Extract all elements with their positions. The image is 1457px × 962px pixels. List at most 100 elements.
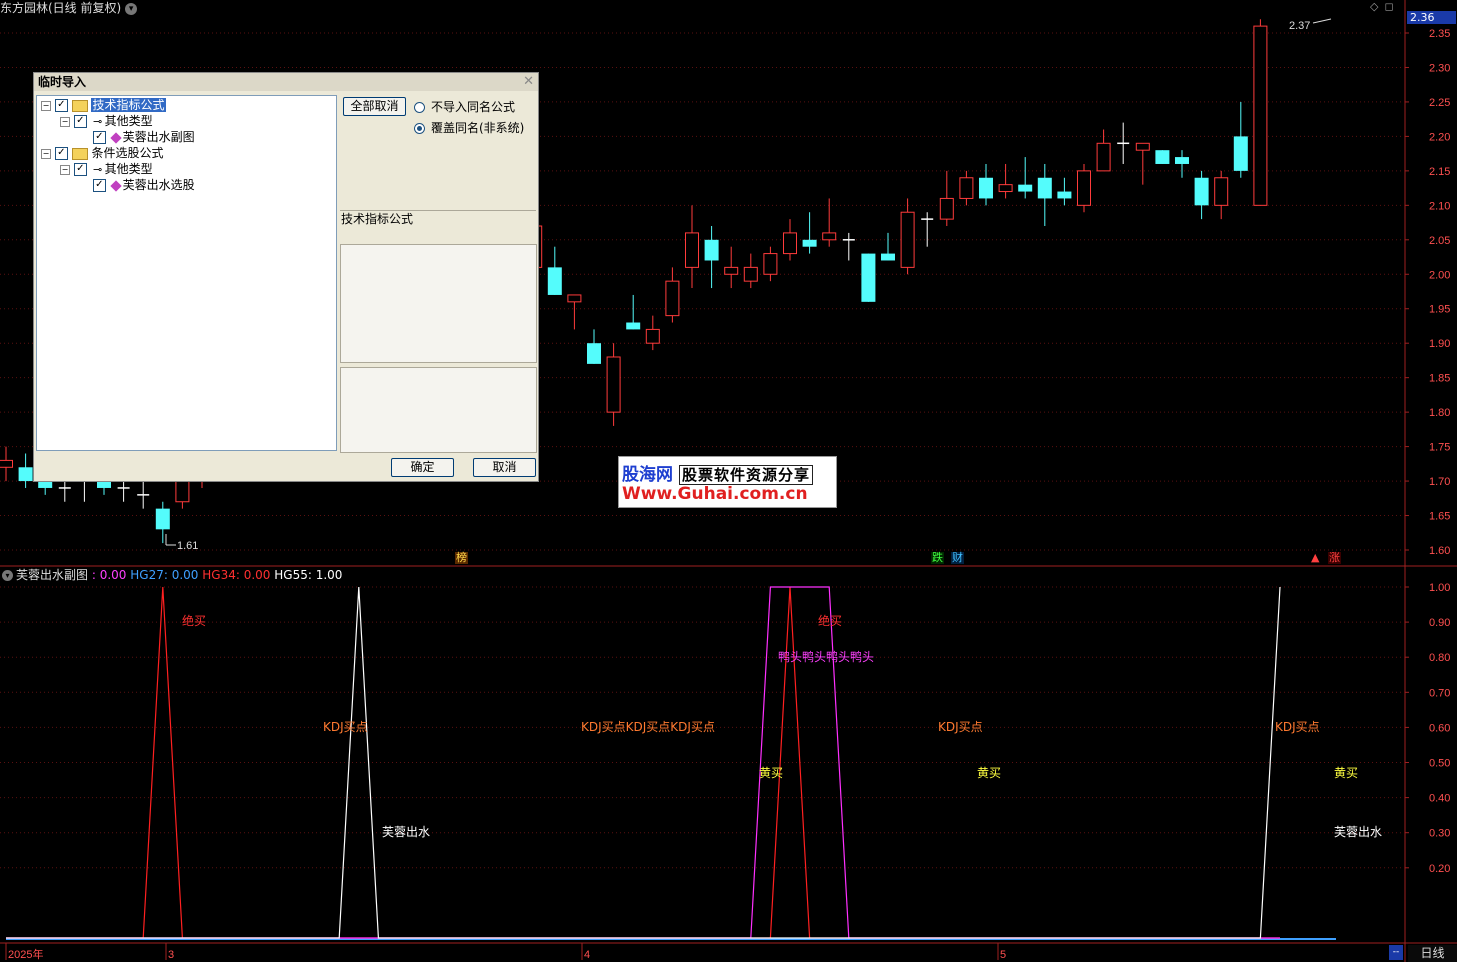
candle-body — [998, 184, 1013, 193]
candle-body — [38, 481, 53, 488]
candle-body — [0, 459, 13, 468]
dialog-title: 临时导入 — [34, 73, 538, 91]
candle-body — [1037, 177, 1052, 199]
candle-body — [547, 267, 562, 295]
time-tick-label: 4 — [584, 949, 590, 961]
tree-item[interactable]: − ✓ ⊸ 其他类型 — [60, 114, 153, 129]
candle-body — [155, 508, 170, 530]
event-tag[interactable]: 财 — [951, 552, 964, 564]
price-tick-label: 1.80 — [1429, 407, 1450, 419]
candle-body — [567, 294, 582, 303]
low-price-label: 1.61 — [177, 540, 198, 552]
indicator-tick-label: 0.60 — [1429, 722, 1450, 734]
formula-icon — [109, 131, 122, 144]
watermark-brand: 股海网 — [622, 465, 673, 485]
tree-item[interactable]: − ✓ 技术指标公式 — [41, 98, 166, 113]
candle-body — [900, 211, 915, 268]
indicator-value-hg34: HG34: 0.00 — [202, 568, 271, 582]
indicator-annotation: 芙蓉出水 — [382, 825, 430, 839]
indicator-name[interactable]: 芙蓉出水副图 — [16, 568, 88, 582]
tree-item[interactable]: − ✓ ⊸ 其他类型 — [60, 162, 153, 177]
price-tick-label: 1.95 — [1429, 304, 1450, 316]
up-arrow-icon: ▲ — [1311, 551, 1320, 564]
indicator-axis: 1.00 0.90 0.80 0.70 0.60 0.50 0.40 0.30 0.20 — [1405, 582, 1450, 875]
watermark-slogan: 股票软件资源分享 — [679, 465, 814, 485]
price-tick-label: 2.30 — [1429, 62, 1450, 74]
tree-item[interactable]: ✓ 芙蓉出水副图 — [79, 130, 195, 145]
close-icon[interactable]: ✕ — [523, 74, 534, 89]
price-tick-label: 2.15 — [1429, 166, 1450, 178]
event-tag[interactable]: 跌 — [931, 552, 944, 564]
indicator-tick-label: 0.70 — [1429, 687, 1450, 699]
candle-body — [645, 328, 660, 344]
chevron-down-icon[interactable]: ▾ — [125, 2, 138, 15]
checkbox-checked-icon[interactable]: ✓ — [73, 163, 87, 176]
tree-item[interactable]: − ✓ 条件选股公式 — [41, 146, 164, 161]
price-tick-label: 1.60 — [1429, 545, 1450, 557]
candle-body — [18, 467, 33, 482]
restore-icon[interactable]: ◻ — [1384, 0, 1399, 13]
candle-body — [1214, 177, 1229, 206]
indicator-annotation: 绝买 — [182, 613, 206, 628]
candle-body — [1057, 191, 1072, 199]
radio-overwrite-duplicates[interactable]: 覆盖同名(非系统) — [414, 121, 524, 135]
radio-skip-duplicates[interactable]: 不导入同名公式 — [414, 100, 515, 114]
watermark-logo: 股海网 股票软件资源分享 Www.Guhai.com.cn — [618, 456, 837, 508]
tree-item-label: 芙蓉出水副图 — [122, 130, 195, 144]
checkbox-checked-icon[interactable]: ✓ — [73, 115, 87, 128]
price-tick-label: 2.35 — [1429, 28, 1450, 40]
candle-body — [802, 239, 817, 247]
candle-body — [979, 177, 993, 199]
price-tick-label: 2.20 — [1429, 131, 1450, 143]
period-selector[interactable]: 日线 — [1408, 945, 1457, 962]
indicator-tick-label: 0.90 — [1429, 617, 1450, 629]
collapse-icon[interactable]: − — [41, 100, 51, 111]
indicator-annotation: 绝买 — [818, 613, 842, 628]
indicator-tick-label: 1.00 — [1429, 582, 1450, 594]
indicator-annotation: 鸭头鸭头鸭头鸭头 — [778, 650, 874, 664]
key-icon: ⊸ — [93, 163, 103, 176]
candle-body — [1077, 170, 1091, 206]
cancel-button[interactable]: 取消 — [473, 458, 536, 477]
indicator-value-main: : 0.00 — [91, 568, 127, 582]
ok-button[interactable]: 确定 — [391, 458, 454, 477]
collapse-icon[interactable]: − — [60, 116, 70, 127]
folder-icon — [71, 99, 88, 112]
event-tag[interactable]: 涨 — [1328, 552, 1341, 564]
checkbox-checked-icon[interactable]: ✓ — [92, 131, 106, 144]
event-tag[interactable]: 榜 — [455, 552, 468, 564]
candle-body — [939, 197, 954, 220]
candle-body — [1233, 136, 1248, 171]
indicator-annotation: KDJ买点KDJ买点KDJ买点 — [581, 720, 715, 734]
stock-title[interactable]: 东方园林(日线 前复权) — [0, 1, 121, 15]
formula-description-panel[interactable] — [340, 244, 537, 363]
chevron-down-icon[interactable]: ▾ — [2, 570, 13, 581]
indicator-annotation: KDJ买点 — [938, 720, 983, 734]
time-tick-label: 3 — [168, 949, 174, 961]
formula-preview-panel[interactable] — [340, 367, 537, 453]
price-tick-label: 2.25 — [1429, 97, 1450, 109]
candle-body — [1018, 184, 1033, 192]
indicator-annotation: 黄买 — [977, 766, 1001, 780]
checkbox-checked-icon[interactable]: ✓ — [54, 99, 68, 112]
time-axis: 2025年 3 4 5 — [5, 943, 1006, 961]
candle-body — [822, 232, 837, 241]
tree-item[interactable]: ✓ 芙蓉出水选股 — [79, 178, 195, 193]
candle-body — [763, 253, 778, 275]
candle-body — [1135, 142, 1150, 151]
tree-item-label: 条件选股公式 — [91, 146, 164, 160]
checkbox-checked-icon[interactable]: ✓ — [54, 147, 68, 160]
indicator-title-bar: ▾ 芙蓉出水副图 : 0.00 HG27: 0.00 HG34: 0.00 HG5… — [0, 567, 342, 583]
candle-body — [1096, 142, 1111, 172]
collapse-icon[interactable]: − — [60, 164, 70, 175]
folder-icon — [71, 147, 88, 160]
diamond-icon[interactable]: ◇ — [1370, 0, 1384, 13]
candle-body — [959, 177, 974, 199]
scroll-dash[interactable]: -- — [1389, 945, 1403, 960]
indicator-annotation: 黄买 — [759, 766, 783, 780]
checkbox-checked-icon[interactable]: ✓ — [92, 179, 106, 192]
formula-tree[interactable]: − ✓ 技术指标公式 − ✓ ⊸ 其他类型 ✓ 芙蓉出水副图 − ✓ 条件选股公式 − … — [36, 95, 337, 451]
collapse-icon[interactable]: − — [41, 148, 51, 159]
section-label: 技术指标公式 — [341, 212, 414, 226]
deselect-all-button[interactable]: 全部取消 — [343, 97, 406, 116]
